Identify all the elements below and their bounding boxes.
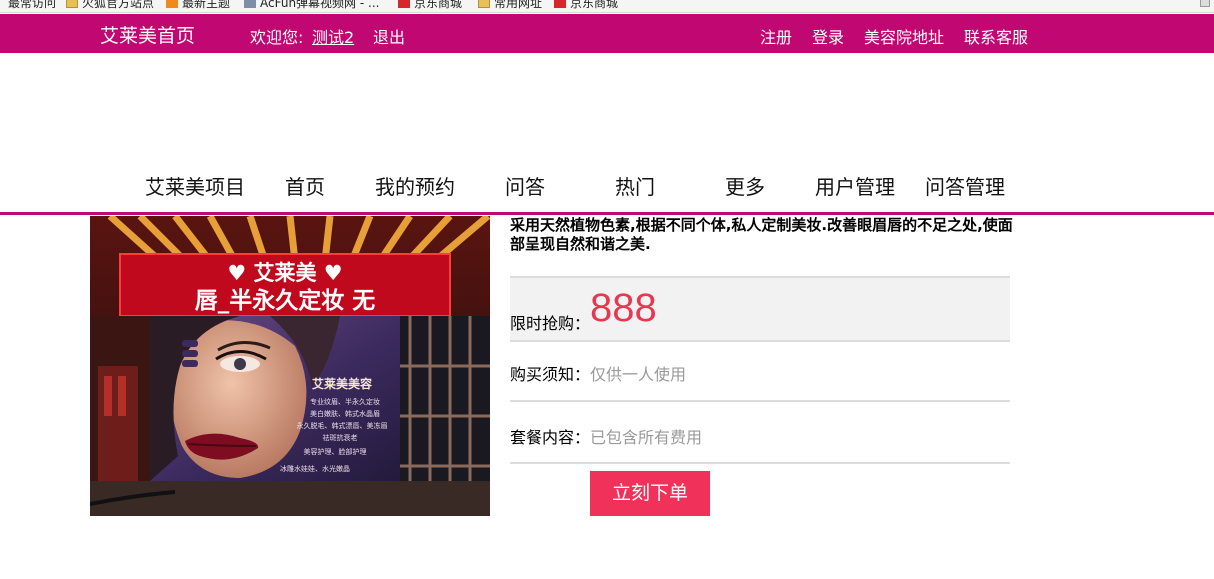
poster-line: 冰雕水娃娃、水光嫩晶 (280, 464, 350, 473)
login-link[interactable]: 登录 (812, 24, 844, 48)
bookmark-firefox-site[interactable]: 火狐官方站点 (66, 0, 155, 10)
order-now-button[interactable]: 立刻下单 (590, 471, 710, 516)
product-image: ♥ 艾莱美 ♥ 唇_半永久定妆 无 艾莱美美容 专业纹眉、半永久定妆 美白嫩肤、… (90, 216, 490, 516)
bookmark-common-sites[interactable]: 常用网址 (478, 0, 543, 10)
register-link[interactable]: 注册 (760, 24, 792, 48)
price-box: 限时抢购： 888 (510, 276, 1010, 342)
nav-item-hot[interactable]: 热门 (615, 171, 655, 200)
nav-item-user-management[interactable]: 用户管理 (815, 171, 895, 200)
jd-icon (398, 0, 410, 8)
bookmark-latest-topics[interactable]: 最新主题 (166, 0, 231, 10)
bookmark-label: 京东商城 (414, 0, 463, 10)
poster-line: 祛斑抗衰老 (323, 433, 358, 442)
package-value: 已包含所有费用 (590, 428, 703, 447)
divider (510, 462, 1010, 464)
bookmarks-bar: 最常访问 火狐官方站点 最新主题 AcFun弹幕视频网 - ... 京东商城 常… (0, 0, 1214, 13)
bookmark-label: 常用网址 (494, 0, 543, 10)
scroll-arrow-icon[interactable] (1200, 0, 1210, 7)
nav-item-projects[interactable]: 艾莱美项目 (145, 171, 245, 200)
price-value: 888 (590, 286, 657, 330)
rss-icon (166, 0, 178, 8)
nav-item-more[interactable]: 更多 (725, 171, 765, 200)
folder-icon (66, 0, 78, 8)
sign-top-text: ♥ 艾莱美 ♥ (227, 261, 342, 285)
poster-line: 美容护理、脸部护理 (304, 447, 367, 456)
bookmark-jd-2[interactable]: 京东商城 (554, 0, 619, 10)
package-label: 套餐内容： (510, 428, 591, 447)
notice-label: 购买须知： (510, 365, 591, 384)
sign-bottom-text: 唇_半永久定妆 无 (195, 287, 376, 314)
bookmark-label: 火狐官方站点 (82, 0, 155, 10)
bookmark-label: 最新主题 (182, 0, 231, 10)
top-bar: 艾莱美首页 欢迎您: 测试2 退出 注册 登录 美容院地址 联系客服 (0, 14, 1214, 53)
bookmark-label: 京东商城 (570, 0, 619, 10)
poster-line: 永久脱毛、韩式漂唇、美冻眉 (297, 421, 388, 430)
product-description: 采用天然植物色素,根据不同个体,私人定制美妆.改善眼眉唇的不足之处,使面部呈现自… (510, 216, 1013, 253)
contact-service-link[interactable]: 联系客服 (964, 24, 1028, 48)
price-label: 限时抢购： (510, 314, 591, 333)
nav-item-home[interactable]: 首页 (285, 171, 325, 200)
username-link[interactable]: 测试2 (312, 24, 354, 48)
bookmark-jd-1[interactable]: 京东商城 (398, 0, 463, 10)
acfun-icon (244, 0, 256, 8)
poster-title: 艾莱美美容 (312, 376, 372, 391)
welcome-text: 欢迎您: (250, 28, 304, 47)
jd-icon (554, 0, 566, 8)
bookmark-most-visited[interactable]: 最常访问 (8, 0, 57, 10)
notice-value: 仅供一人使用 (590, 365, 687, 384)
divider (510, 400, 1010, 402)
bookmark-label: AcFun弹幕视频网 - ... (260, 0, 380, 10)
salon-address-link[interactable]: 美容院地址 (864, 24, 944, 48)
poster-line: 专业纹眉、半永久定妆 (310, 397, 380, 406)
bookmark-acfun[interactable]: AcFun弹幕视频网 - ... (244, 0, 380, 10)
brand-home-link[interactable]: 艾莱美首页 (100, 21, 195, 48)
nav-item-qa-management[interactable]: 问答管理 (925, 171, 1005, 200)
poster-line: 美白嫩肤、韩式水晶眉 (310, 409, 380, 418)
logout-link[interactable]: 退出 (373, 24, 405, 48)
bookmark-label: 最常访问 (8, 0, 57, 10)
nav-divider (0, 212, 1214, 215)
nav-item-my-appointments[interactable]: 我的预约 (375, 171, 455, 200)
nav-item-qa[interactable]: 问答 (505, 171, 545, 200)
folder-icon (478, 0, 490, 8)
